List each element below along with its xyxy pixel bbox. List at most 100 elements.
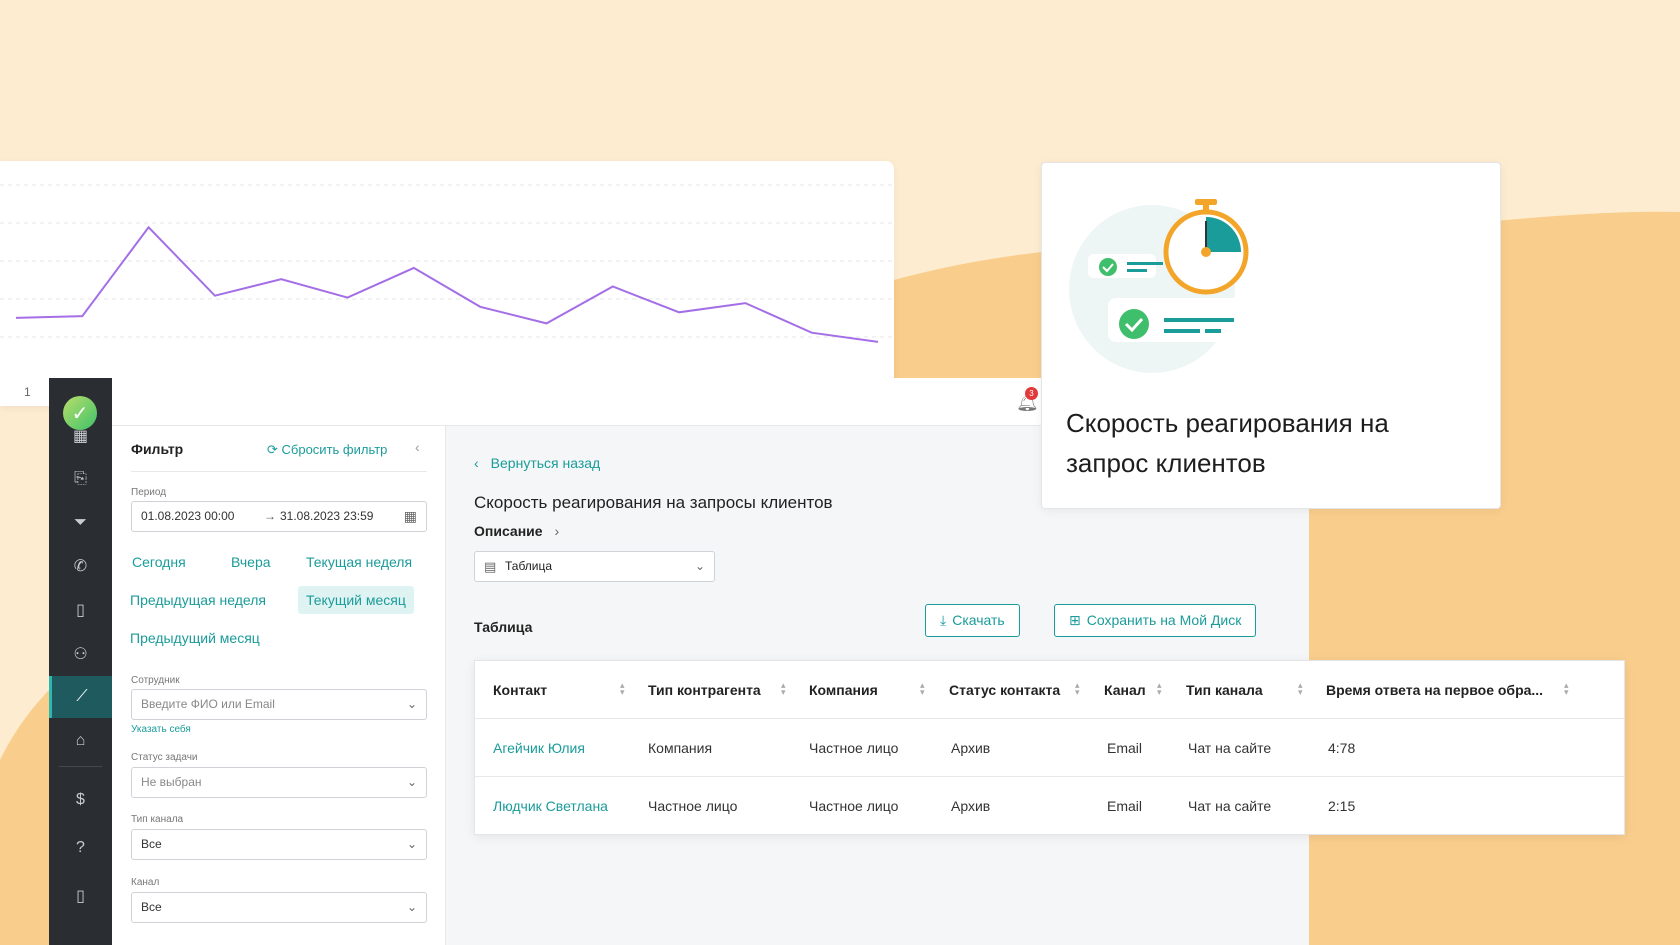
sidebar-divider (59, 766, 102, 767)
back-link[interactable]: ‹ Вернуться назад (474, 455, 600, 471)
table-cell: Частное лицо (809, 798, 899, 814)
table-cell: Компания (648, 740, 713, 756)
column-header[interactable]: Компания (809, 682, 878, 698)
refresh-icon: ⟳ (267, 442, 282, 457)
channel-type-select[interactable]: Все ⌄ (131, 829, 427, 860)
book-icon[interactable]: ▯ (49, 589, 112, 631)
users-icon[interactable]: ⚇ (49, 633, 112, 675)
grid-icon[interactable]: ▦ (49, 415, 112, 457)
description-label: Описание (474, 523, 543, 539)
sort-icon[interactable]: ▴ ▾ (1157, 681, 1162, 697)
collapse-filter-icon[interactable]: ‹ (415, 439, 420, 455)
table-cell: Архив (951, 798, 991, 814)
line-chart-card (0, 161, 894, 406)
table-cell: Частное лицо (809, 740, 899, 756)
download-icon: ⤓ (940, 612, 947, 628)
notification-badge: 3 (1025, 387, 1038, 400)
sort-icon[interactable]: ▴ ▾ (781, 681, 786, 697)
description-toggle[interactable]: Описание › (474, 523, 559, 539)
table-cell: Частное лицо (648, 798, 738, 814)
chevron-down-icon: ⌄ (406, 775, 417, 789)
sort-icon[interactable]: ▴ ▾ (920, 681, 925, 697)
assign-self-link[interactable]: Указать себя (131, 724, 191, 735)
contact-link[interactable]: Агейчик Юлия (493, 740, 585, 756)
table-header: Контакт ▴ ▾ Тип контрагента ▴ ▾ Компания ▴… (475, 661, 1624, 719)
save-to-drive-button[interactable]: ⊞ Сохранить на Мой Диск (1054, 604, 1257, 637)
table-row[interactable]: Людчик Светлана Частное лицо Частное лиц… (475, 777, 1624, 835)
sidebar: ✓ ▦ ⎘ ⏷ ✆ ▯ ⚇ ⟋ ⌂ $? ▯ (49, 378, 112, 945)
series-line (15, 225, 879, 343)
stopwatch-illustration (1069, 199, 1260, 373)
table-cell: 4:78 (1328, 740, 1356, 756)
table-cell: Чат на сайте (1188, 798, 1272, 814)
reset-filter-button[interactable]: ⟳ Сбросить фильтр (267, 442, 387, 458)
column-header[interactable]: Статус контакта (949, 682, 1060, 698)
column-header[interactable]: Контакт (493, 682, 547, 698)
line-chart (0, 184, 894, 343)
table-cell: Архив (951, 740, 991, 756)
table-row[interactable]: Агейчик Юлия Компания Частное лицо Архив… (475, 719, 1624, 777)
sort-icon[interactable]: ▴ ▾ (1075, 681, 1080, 697)
clipboard-icon[interactable]: ⎘ (49, 458, 112, 500)
save-to-drive-label: Сохранить на Мой Диск (1086, 612, 1242, 628)
column-header[interactable]: Канал (1104, 682, 1146, 698)
employee-placeholder: Введите ФИО или Email (141, 697, 275, 711)
chevron-right-icon: › (554, 523, 560, 539)
quick-range-current-week[interactable]: Текущая неделя (298, 548, 420, 576)
employee-input[interactable]: Введите ФИО или Email ⌄ (131, 689, 427, 720)
table-cell: Email (1107, 740, 1143, 756)
arrow-right-icon: → (264, 509, 276, 523)
contact-link[interactable]: Людчик Светлана (493, 798, 608, 814)
promo-title: Скорость реагирования на запрос клиентов (1066, 408, 1389, 478)
channel-label: Канал (131, 877, 160, 888)
phone-icon[interactable]: ✆ (49, 545, 112, 587)
period-range-input[interactable]: 01.08.2023 00:00 → 31.08.2023 23:59 ▦ (131, 501, 427, 532)
sort-icon[interactable]: ▴ ▾ (620, 681, 625, 697)
report-title: Скорость реагирования на запросы клиенто… (474, 493, 833, 512)
filter-panel: Фильтр ⟳ Сбросить фильтр ‹ Период 01.08.… (112, 426, 446, 945)
analytics-icon[interactable]: ⟋ (49, 676, 112, 718)
channel-select[interactable]: Все ⌄ (131, 892, 427, 923)
channel-type-label: Тип канала (131, 814, 184, 825)
calendar-icon[interactable]: ▦ (404, 502, 417, 531)
view-mode-select[interactable]: ▤ Таблица ⌄ (474, 551, 715, 582)
download-button[interactable]: ⤓ Скачать (925, 604, 1020, 637)
folder-icon[interactable]: ⌂ (49, 720, 112, 762)
quick-range-today[interactable]: Сегодня (124, 548, 194, 576)
table-cell: Email (1107, 798, 1143, 814)
mobile-icon[interactable]: ▯ (49, 875, 112, 917)
reset-filter-label: Сбросить фильтр (281, 442, 388, 457)
column-header[interactable]: Тип контрагента (648, 682, 761, 698)
funnel-icon[interactable]: ⏷ (49, 502, 112, 544)
report-promo-card: Скорость реагирования на запрос клиентов (1041, 162, 1501, 509)
filter-title: Фильтр (131, 441, 184, 457)
divider (131, 471, 427, 472)
quick-range-previous-month[interactable]: Предыдущий месяц (122, 624, 268, 652)
quick-range-yesterday[interactable]: Вчера (223, 548, 279, 576)
column-header[interactable]: Тип канала (1186, 682, 1263, 698)
sort-icon[interactable]: ▴ ▾ (1564, 681, 1569, 697)
table-cell: Чат на сайте (1188, 740, 1272, 756)
dollar-icon[interactable]: $ (49, 779, 112, 821)
quick-range-previous-week[interactable]: Предыдущая неделя (122, 586, 274, 614)
back-label: Вернуться назад (490, 455, 601, 471)
table-cell: 2:15 (1328, 798, 1356, 814)
download-label: Скачать (952, 612, 1005, 628)
chart-x-tick: 1 (24, 385, 31, 399)
help-icon[interactable]: ? (49, 827, 112, 869)
chevron-down-icon: ⌄ (406, 900, 417, 914)
column-header[interactable]: Время ответа на первое обра... (1326, 682, 1543, 698)
channel-value: Все (141, 900, 162, 914)
channel-type-value: Все (141, 837, 162, 851)
chevron-left-icon: ‹ (474, 455, 479, 471)
task-status-select[interactable]: Не выбран ⌄ (131, 767, 427, 798)
date-from: 01.08.2023 00:00 (141, 509, 235, 523)
task-status-label: Статус задачи (131, 752, 198, 763)
period-label: Период (131, 487, 167, 498)
employee-label: Сотрудник (131, 675, 180, 686)
sort-icon[interactable]: ▴ ▾ (1298, 681, 1303, 697)
view-mode-value: Таблица (505, 559, 553, 573)
folder-plus-icon: ⊞ (1069, 612, 1081, 628)
section-label: Таблица (474, 619, 533, 635)
quick-range-current-month[interactable]: Текущий месяц (298, 586, 414, 614)
